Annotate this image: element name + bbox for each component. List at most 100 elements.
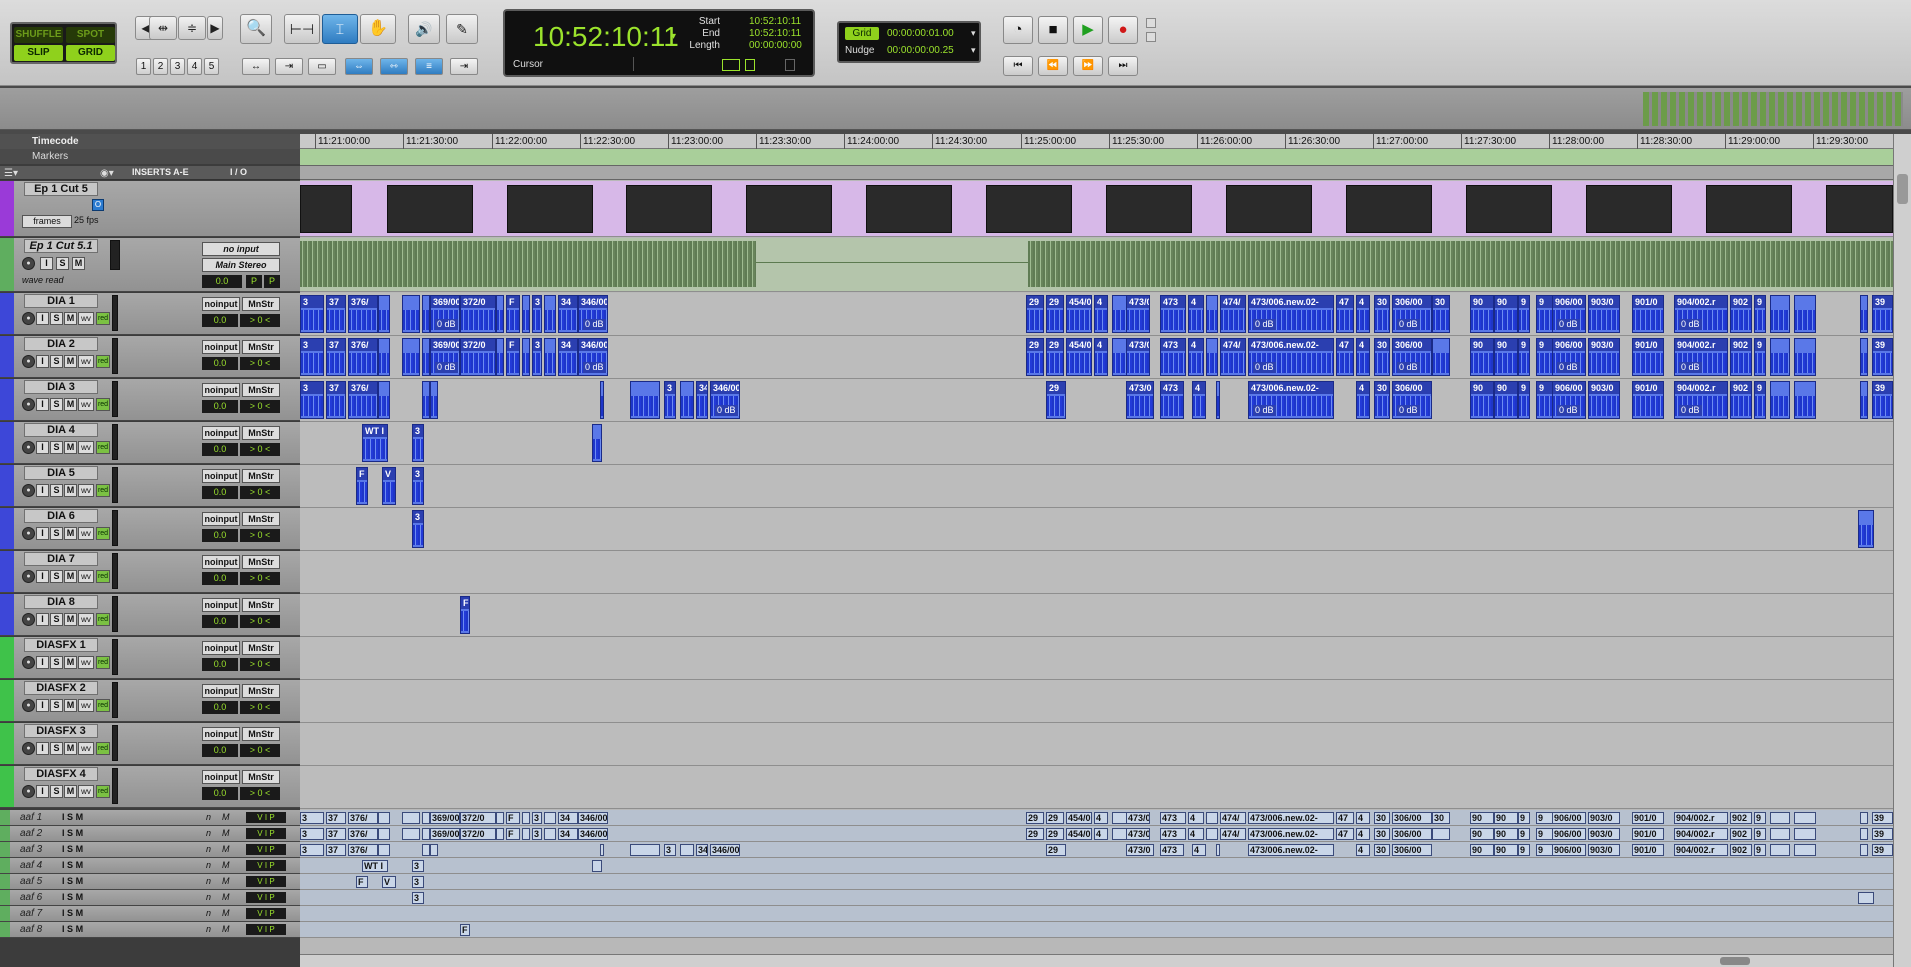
aaf-clip[interactable] bbox=[544, 812, 556, 824]
audio-clip[interactable]: 903/0 bbox=[1588, 338, 1620, 376]
audio-clip[interactable]: 369/004. 0 dB bbox=[430, 295, 460, 333]
audio-clip[interactable]: 37 bbox=[326, 295, 346, 333]
audio-clip[interactable]: 369/004. 0 dB bbox=[430, 338, 460, 376]
aaf-clip[interactable] bbox=[1860, 844, 1868, 856]
input-selector[interactable]: noinput bbox=[202, 684, 240, 698]
track-lane-1[interactable]: 337376/369/004.0 dB372/0F334346/000 dB29… bbox=[300, 293, 1893, 336]
aaf-clip[interactable]: 3 bbox=[300, 812, 324, 824]
input-monitor-button[interactable]: I bbox=[36, 527, 49, 540]
aaf-clip[interactable]: 4 bbox=[1094, 812, 1108, 824]
audio-clip[interactable]: 30 bbox=[1374, 295, 1390, 333]
input-monitor-button[interactable]: I bbox=[62, 828, 65, 838]
aaf-clip[interactable] bbox=[522, 812, 530, 824]
pan-readout[interactable]: > 0 < bbox=[240, 486, 280, 499]
track-name[interactable]: DIASFX 4 bbox=[24, 767, 98, 781]
audio-clip[interactable]: 3 bbox=[664, 381, 676, 419]
input-monitor-button[interactable]: I bbox=[36, 398, 49, 411]
aaf-clip[interactable]: 30 bbox=[1374, 828, 1390, 840]
clip-gain-label[interactable]: 0 dB bbox=[1557, 405, 1580, 416]
audio-clip[interactable]: 372/0 bbox=[460, 295, 496, 333]
track-lane-5[interactable]: F V 3 bbox=[300, 465, 1893, 508]
mute-button[interactable]: M bbox=[76, 892, 84, 902]
audio-clip[interactable] bbox=[1860, 381, 1868, 419]
audio-clip[interactable] bbox=[422, 295, 430, 333]
output-selector[interactable]: Main Stereo bbox=[202, 258, 280, 272]
audio-clip[interactable]: 34 bbox=[696, 381, 708, 419]
aaf-lane-1[interactable]: 337376/369/004.372/0F334346/002929454/04… bbox=[300, 810, 1893, 826]
audio-clip[interactable]: 473/0 bbox=[1126, 381, 1154, 419]
zoom-preset-1[interactable]: 1 bbox=[136, 58, 151, 75]
transport-option-icon[interactable] bbox=[1146, 18, 1156, 28]
aaf-track-header-6[interactable]: aaf 6 I S M n M V I P bbox=[0, 890, 300, 906]
view-selector[interactable]: wv bbox=[78, 398, 94, 411]
mute-button[interactable]: M bbox=[76, 844, 84, 854]
input-monitor-button[interactable]: I bbox=[36, 656, 49, 669]
aaf-lane-6[interactable]: 3 bbox=[300, 890, 1893, 906]
mute-button[interactable]: M bbox=[76, 860, 84, 870]
volume-readout[interactable]: 0.0 bbox=[202, 701, 238, 714]
aaf-clip[interactable]: 4 bbox=[1356, 812, 1370, 824]
fast-forward-icon[interactable]: ⏩ bbox=[1073, 56, 1103, 76]
output-selector[interactable]: MnStr bbox=[242, 684, 280, 698]
automation-mode[interactable]: red bbox=[96, 699, 110, 712]
aaf-clip[interactable]: 3 bbox=[412, 892, 424, 904]
volume-readout[interactable]: 0.0 bbox=[202, 529, 238, 542]
video-frame-thumbnail[interactable] bbox=[507, 185, 593, 233]
aaf-clip[interactable]: 3 bbox=[664, 844, 676, 856]
online-icon[interactable]: ◔ bbox=[1003, 16, 1033, 44]
aaf-clip[interactable]: 3 bbox=[532, 812, 542, 824]
audio-clip[interactable]: 904/002.r 0 dB bbox=[1674, 338, 1728, 376]
input-monitor-button[interactable]: I bbox=[36, 742, 49, 755]
audio-clip[interactable]: 903/0 bbox=[1588, 295, 1620, 333]
zoom-preset-2[interactable]: 2 bbox=[153, 58, 168, 75]
audio-clip[interactable]: 906/00 0 dB bbox=[1552, 338, 1586, 376]
clip-gain-label[interactable]: 0 dB bbox=[435, 319, 458, 330]
slip-mode-button[interactable]: SLIP bbox=[14, 45, 63, 61]
mute-button[interactable]: M bbox=[76, 812, 84, 822]
solo-button[interactable]: S bbox=[50, 613, 63, 626]
volume-readout[interactable]: 0.0 bbox=[202, 443, 238, 456]
stereo-lane[interactable] bbox=[300, 238, 1893, 292]
track-lane-3[interactable]: 3 37 376/3 34 346/00 0 dB 29 473/0 473 4 473/006.n… bbox=[300, 379, 1893, 422]
clip-gain-label[interactable]: 0 dB bbox=[583, 362, 606, 373]
track-header-8[interactable]: DIA 8 ● I S M wv red noinput MnStr 0.0 >… bbox=[0, 594, 300, 636]
aaf-clip[interactable]: 372/0 bbox=[460, 812, 496, 824]
aaf-clip[interactable]: 3 bbox=[412, 860, 424, 872]
audio-clip[interactable] bbox=[496, 295, 504, 333]
audio-clip[interactable]: 473/0 bbox=[1126, 338, 1150, 376]
aaf-clip[interactable] bbox=[544, 828, 556, 840]
solo-button[interactable]: S bbox=[50, 484, 63, 497]
zoom-preset-4[interactable]: 4 bbox=[187, 58, 202, 75]
aaf-ism-buttons[interactable]: I S M bbox=[62, 828, 83, 838]
input-monitor-button[interactable]: I bbox=[62, 812, 65, 822]
midi-zoom-icon[interactable]: ≑ bbox=[178, 16, 206, 40]
input-monitor-button[interactable]: I bbox=[62, 844, 65, 854]
clip-gain-label[interactable]: 0 dB bbox=[1397, 362, 1420, 373]
solo-button[interactable]: S bbox=[67, 892, 73, 902]
clip-gain-label[interactable]: 0 dB bbox=[435, 362, 458, 373]
audio-clip[interactable]: 30 bbox=[1374, 338, 1390, 376]
mute-button[interactable]: M bbox=[64, 441, 77, 454]
aaf-track-name[interactable]: aaf 2 bbox=[20, 826, 100, 841]
view-selector[interactable]: wv bbox=[78, 656, 94, 669]
grabber-tool-icon[interactable]: ✋ bbox=[360, 14, 396, 44]
audio-clip[interactable] bbox=[430, 381, 438, 419]
audio-clip[interactable] bbox=[402, 338, 420, 376]
aaf-clip[interactable]: 369/004. bbox=[430, 828, 460, 840]
aaf-track-name[interactable]: aaf 3 bbox=[20, 842, 100, 857]
shuffle-mode-button[interactable]: SHUFFLE bbox=[14, 27, 63, 43]
track-name[interactable]: DIA 1 bbox=[24, 294, 98, 308]
counter-option-icon[interactable] bbox=[785, 59, 795, 71]
record-enable-icon[interactable]: ● bbox=[22, 742, 35, 755]
aaf-clip[interactable] bbox=[1770, 828, 1790, 840]
aaf-clip[interactable]: 90 bbox=[1470, 828, 1494, 840]
input-selector[interactable]: noinput bbox=[202, 641, 240, 655]
aaf-lane-4[interactable]: WT I 3 bbox=[300, 858, 1893, 874]
track-header-3[interactable]: DIA 3 ● I S M wv red noinput MnStr 0.0 >… bbox=[0, 379, 300, 421]
audio-clip[interactable] bbox=[680, 381, 694, 419]
aaf-clip[interactable] bbox=[1432, 828, 1450, 840]
volume-readout[interactable]: 0.0 bbox=[202, 658, 238, 671]
audio-clip[interactable]: 29 bbox=[1026, 338, 1044, 376]
video-track-name[interactable]: Ep 1 Cut 5 bbox=[24, 182, 98, 196]
output-selector[interactable]: MnStr bbox=[242, 770, 280, 784]
